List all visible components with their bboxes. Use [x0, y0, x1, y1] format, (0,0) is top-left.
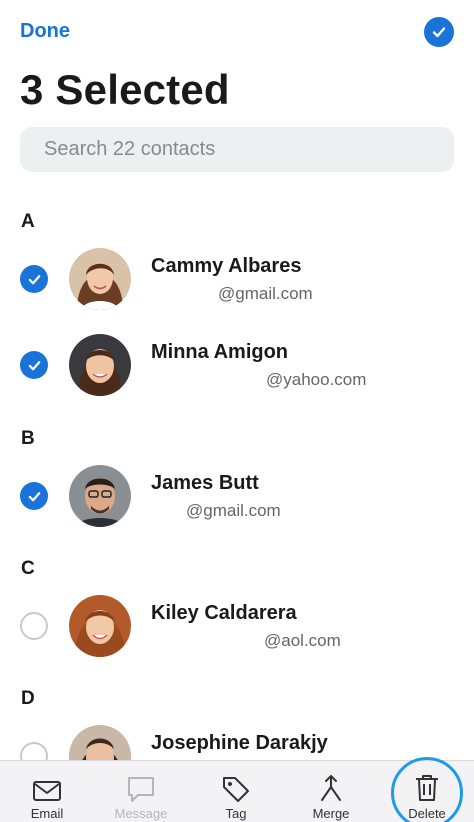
avatar	[69, 725, 131, 760]
avatar	[69, 334, 131, 396]
contact-name: Josephine Darakjy	[151, 732, 328, 754]
merge-icon	[316, 769, 346, 803]
contact-email: @aol.com	[264, 631, 341, 650]
contact-name: Kiley Caldarera	[151, 602, 297, 624]
contact-row[interactable]: Josephine Darakjy	[0, 722, 474, 760]
bottom-toolbar: Email Message Tag Merge Delete	[0, 760, 474, 822]
section-header-a: A	[21, 211, 35, 232]
merge-button-label: Merge	[312, 806, 350, 821]
contact-email: @gmail.com	[186, 501, 281, 520]
trash-icon	[414, 769, 440, 803]
contact-row[interactable]: James Butt @gmail.com	[0, 462, 474, 562]
select-all-checkmark-icon[interactable]	[424, 17, 454, 47]
header: Done	[0, 0, 474, 60]
selected-checkmark-icon[interactable]	[20, 482, 48, 510]
selected-checkmark-icon[interactable]	[20, 265, 48, 293]
envelope-icon	[32, 769, 62, 803]
tag-button[interactable]: Tag	[189, 761, 283, 822]
unselected-circle-icon[interactable]	[20, 742, 48, 760]
chat-bubble-icon	[126, 769, 156, 803]
contact-row[interactable]: Cammy Albares @gmail.com	[0, 245, 474, 345]
email-button-label: Email	[30, 806, 64, 821]
contact-name: Minna Amigon	[151, 341, 289, 363]
section-header-b: B	[21, 428, 35, 449]
contact-row[interactable]: Kiley Caldarera @aol.com	[0, 592, 474, 692]
contact-row[interactable]: Minna Amigon @yahoo.com	[0, 331, 474, 431]
contact-list: A Cammy Albares @gmail.com Minna Amigon …	[0, 195, 474, 760]
tag-icon	[221, 769, 251, 803]
selected-checkmark-icon[interactable]	[20, 351, 48, 379]
search-input[interactable]	[44, 138, 454, 161]
message-button-label: Message	[114, 806, 168, 821]
unselected-circle-icon[interactable]	[20, 612, 48, 640]
tag-button-label: Tag	[225, 806, 247, 821]
contact-name: Cammy Albares	[151, 255, 302, 277]
delete-button[interactable]: Delete	[380, 761, 474, 822]
merge-button[interactable]: Merge	[284, 761, 378, 822]
avatar	[69, 465, 131, 527]
done-button[interactable]: Done	[20, 20, 70, 43]
search-bar[interactable]	[20, 127, 454, 172]
section-header-d: D	[21, 688, 35, 709]
avatar	[69, 248, 131, 310]
contact-email: @yahoo.com	[266, 370, 367, 389]
page-title: 3 Selected	[20, 66, 230, 113]
contact-name: James Butt	[151, 472, 259, 494]
contact-email: @gmail.com	[218, 284, 313, 303]
message-button[interactable]: Message	[94, 761, 188, 822]
delete-button-label: Delete	[408, 806, 446, 821]
section-header-c: C	[21, 558, 35, 579]
email-button[interactable]: Email	[0, 761, 94, 822]
avatar	[69, 595, 131, 657]
